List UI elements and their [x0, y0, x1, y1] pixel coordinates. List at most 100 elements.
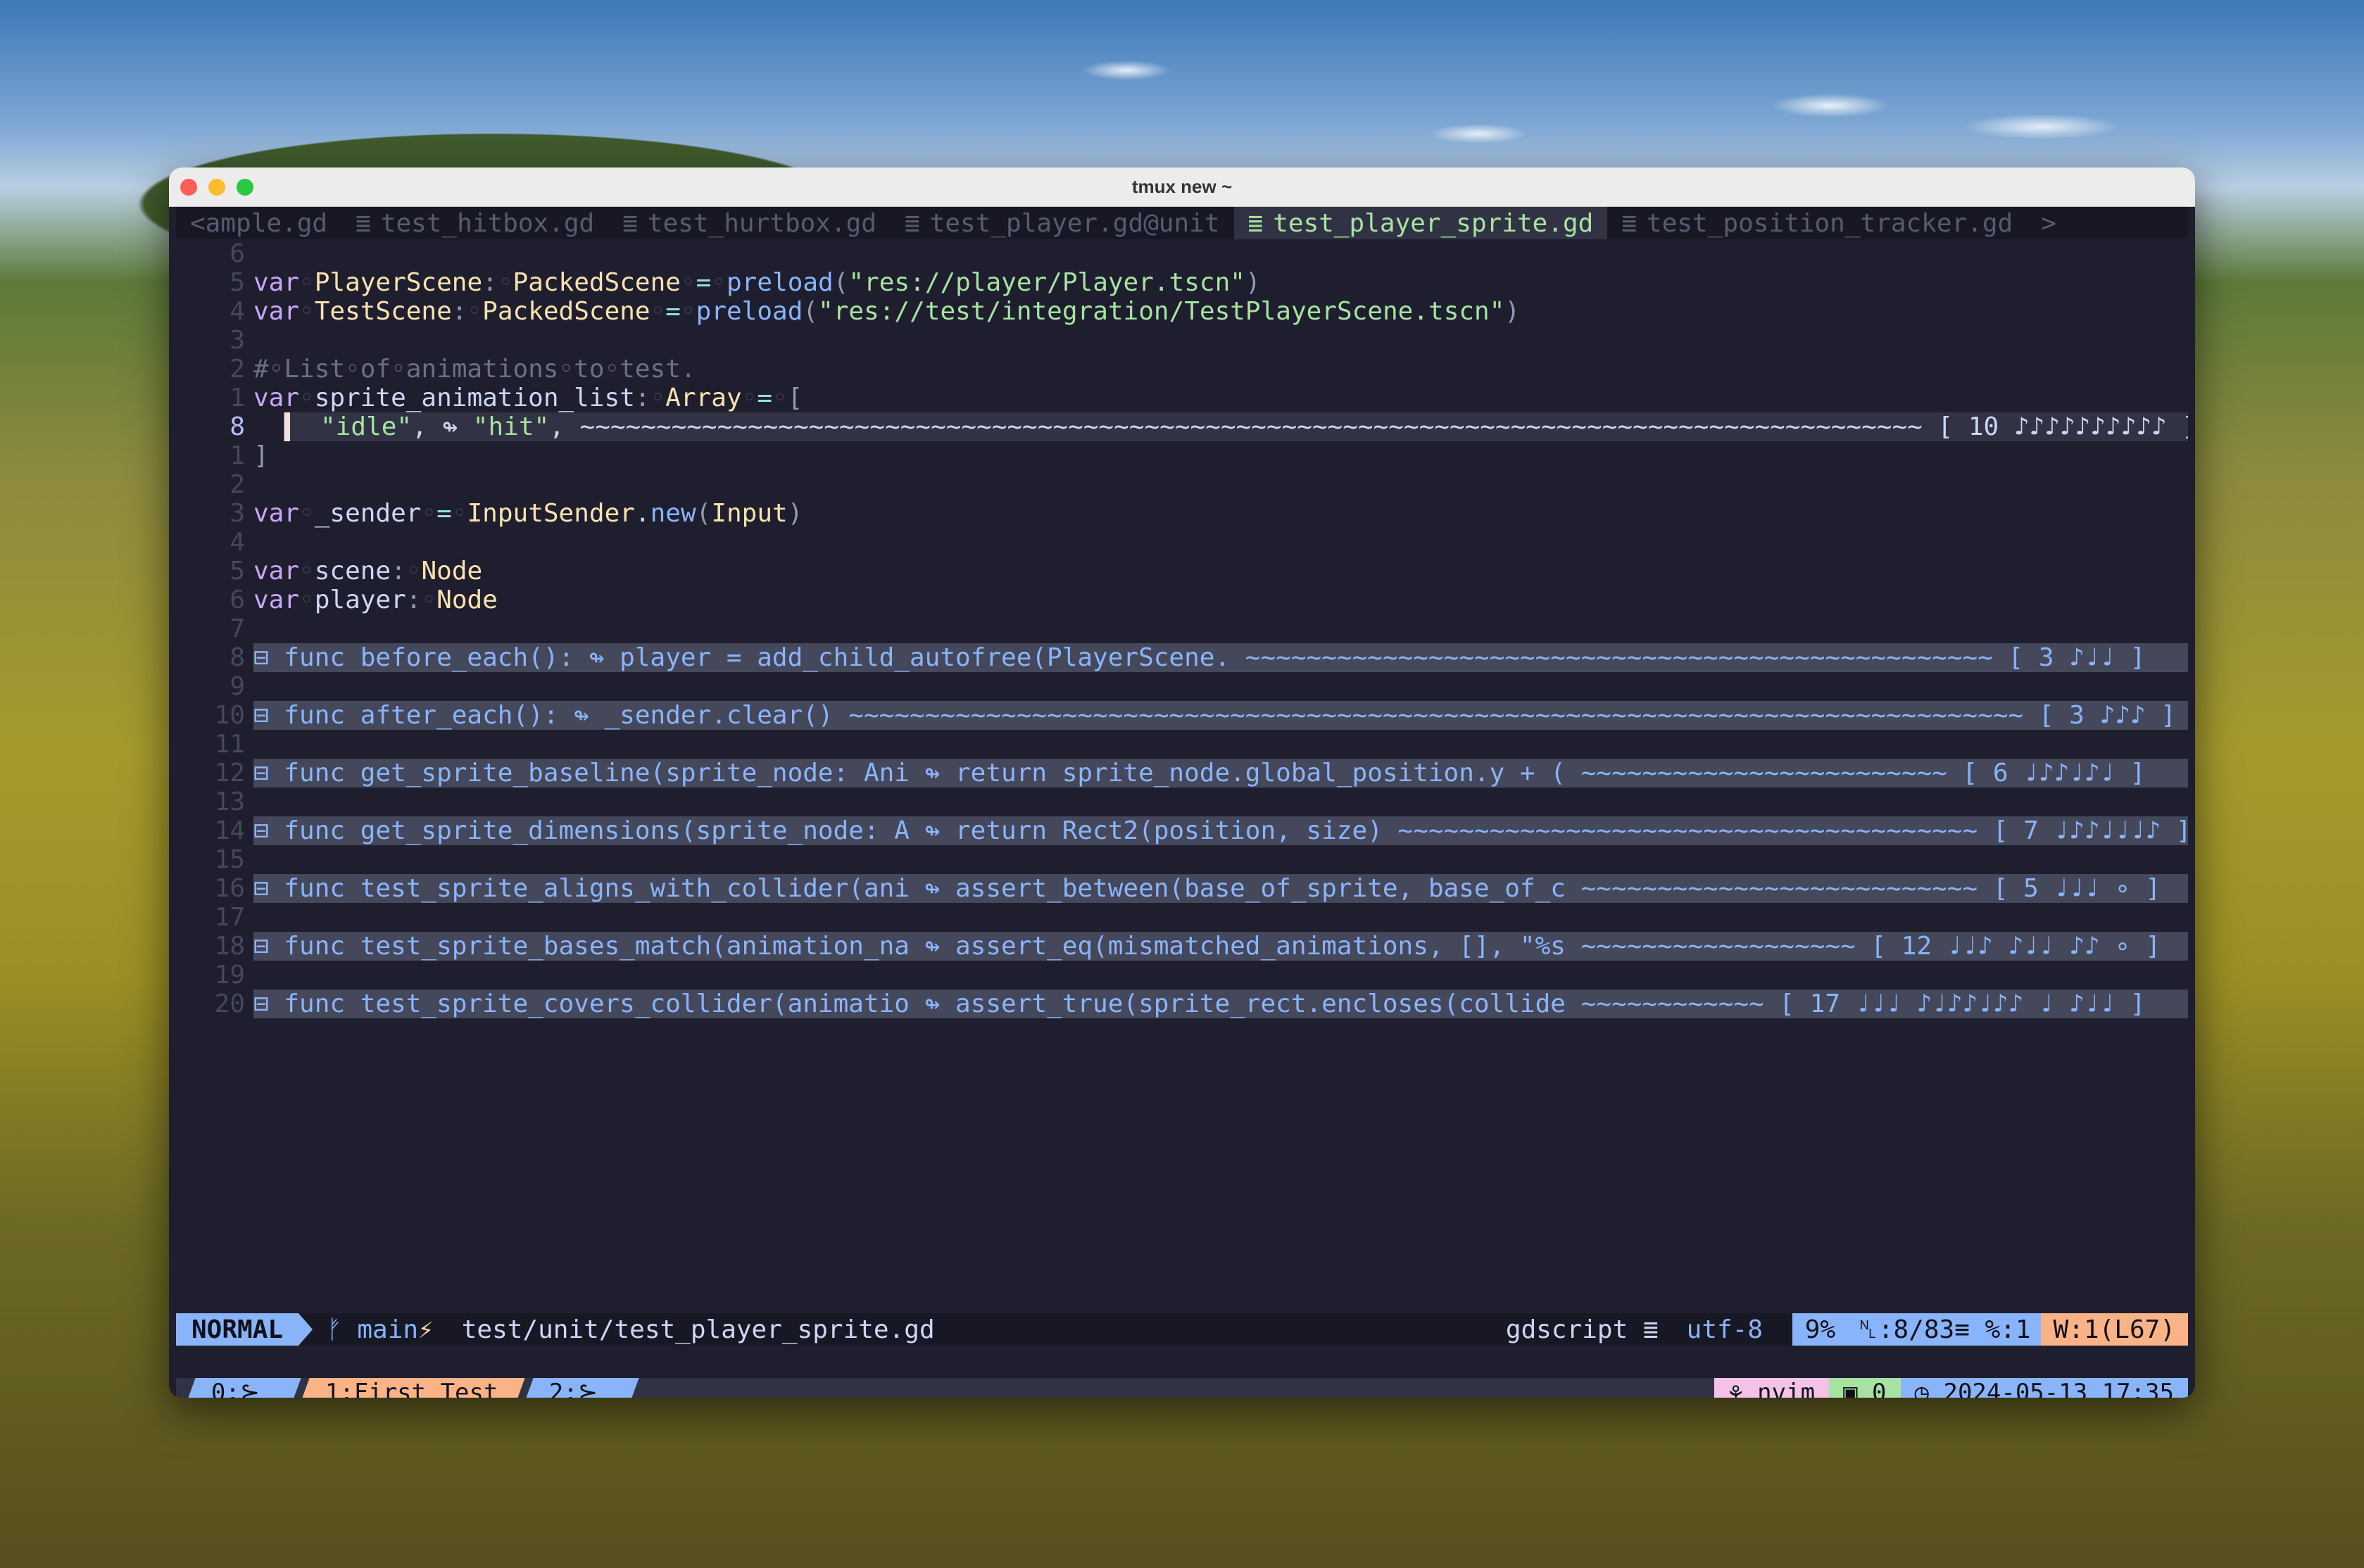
scroll-percent: 9% [1804, 1315, 1836, 1344]
folded-line[interactable]: 20 ⊟ func test_sprite_covers_collider(ani… [176, 990, 2188, 1018]
line-content: ⊟ func before_each(): ↬ player = add_chi… [253, 643, 2188, 672]
tmux-window-tab[interactable]: 2:⊱_ [522, 1378, 639, 1398]
line-content: ⊟ func get_sprite_dimensions(sprite_node… [253, 816, 2188, 845]
line-content [253, 788, 2188, 816]
folded-line[interactable]: 16 ⊟ func test_sprite_aligns_with_collide… [176, 874, 2188, 903]
code-line[interactable]: 8 ▋ "idle", ↬ "hit", ~~~~~~~~~~~~~~~~~~~~… [176, 412, 2188, 441]
status-line: NORMAL ᚠ main ⚡ test/unit/test_player_sp… [176, 1313, 2188, 1346]
folded-line[interactable]: 8 ⊟ func before_each(): ↬ player = add_ch… [176, 643, 2188, 672]
buffer-tab-label: > [2041, 208, 2056, 238]
editor-buffer[interactable]: 6 5 var◦PlayerScene:◦PackedScene◦=◦preload… [176, 239, 2188, 1305]
line-number: 8 [230, 412, 245, 441]
buffer-tab[interactable]: ≣ test_hitbox.gd [341, 207, 608, 239]
line-number: 20 [214, 990, 245, 1018]
filetype: gdscript ≣ [1505, 1315, 1659, 1344]
code-line[interactable]: 5 var◦PlayerScene:◦PackedScene◦=◦preload(… [176, 268, 2188, 297]
tmux-window-tab[interactable]: 0:⊱_ [184, 1378, 301, 1398]
line-number: 7 [230, 614, 245, 643]
code-line[interactable]: 11 [176, 730, 2188, 759]
line-content: var◦TestScene:◦PackedScene◦=◦preload("re… [253, 297, 1521, 326]
code-line[interactable]: 2 [176, 470, 2188, 499]
line-number: 15 [214, 845, 245, 874]
git-branch-icon: ᚠ [327, 1315, 342, 1344]
code-line[interactable]: 3 var◦_sender◦=◦InputSender.new(Input) [176, 499, 2188, 528]
code-line[interactable]: 4 var◦TestScene:◦PackedScene◦=◦preload("r… [176, 297, 2188, 326]
code-line[interactable]: 17 [176, 903, 2188, 932]
line-content [253, 730, 2188, 759]
code-line[interactable]: 2 #◦List◦of◦animations◦to◦test. [176, 355, 2188, 384]
tmux-window-list[interactable]: 0:⊱_ 1:First_Test 2:⊱_ [184, 1378, 641, 1398]
line-content: var◦scene:◦Node [253, 557, 483, 586]
line-number: 2 [230, 470, 245, 499]
session-icon: ▣ [1843, 1378, 1858, 1398]
buffer-tab[interactable]: ≣ test_position_tracker.gd [1607, 207, 2027, 239]
code-line[interactable]: 6 [176, 239, 2188, 268]
line-number: 11 [214, 730, 245, 759]
line-number: 6 [230, 586, 245, 614]
code-line[interactable]: 3 [176, 326, 2188, 355]
line-content: ⊟ func test_sprite_bases_match(animation… [253, 932, 2188, 961]
line-content: ▋ "idle", ↬ "hit", ~~~~~~~~~~~~~~~~~~~~~… [275, 412, 2188, 441]
line-content: var◦player:◦Node [253, 586, 498, 614]
process-icon: ⚘ [1728, 1378, 1743, 1398]
buffer-tab[interactable]: > [2027, 207, 2070, 239]
tmux-status-bar[interactable]: 0:⊱_ 1:First_Test 2:⊱_ ⚘ nvim ▣ 0 ◷ 2024-0… [176, 1378, 2188, 1398]
buffer-tab[interactable]: ≣ test_hurtbox.gd [608, 207, 891, 239]
code-line[interactable]: 19 [176, 961, 2188, 990]
cursor-position: ␤:8/83≡ %:1 [1858, 1315, 2031, 1344]
code-line[interactable]: 1 var◦sprite_animation_list:◦Array◦=◦[ [176, 384, 2188, 412]
file-path: test/unit/test_player_sprite.gd [461, 1315, 935, 1344]
file-icon: ≣ [905, 208, 920, 238]
line-content: ] [253, 441, 269, 470]
buffer-tabline[interactable]: <ample.gd ≣ test_hitbox.gd ≣ test_hurtbox.gd… [176, 207, 2188, 239]
line-content [253, 470, 2188, 499]
line-number: 18 [214, 932, 245, 961]
title-bar[interactable]: tmux new ~ [169, 167, 2195, 207]
code-line[interactable]: 4 [176, 528, 2188, 557]
git-branch: main [357, 1315, 419, 1344]
code-line[interactable]: 15 [176, 845, 2188, 874]
buffer-tab[interactable]: <ample.gd [176, 207, 341, 239]
folded-line[interactable]: 14 ⊟ func get_sprite_dimensions(sprite_no… [176, 816, 2188, 845]
line-content [253, 326, 2188, 355]
code-line[interactable]: 9 [176, 672, 2188, 701]
window-title: tmux new ~ [1131, 176, 1233, 197]
tmux-window-tab[interactable]: 1:First_Test [298, 1378, 525, 1398]
line-content: ⊟ func get_sprite_baseline(sprite_node: … [253, 759, 2188, 788]
buffer-tab[interactable]: ≣ test_player.gd@unit [891, 207, 1234, 239]
line-content: var◦PlayerScene:◦PackedScene◦=◦preload("… [253, 268, 1261, 297]
file-icon: ≣ [1247, 208, 1264, 238]
line-number: 6 [230, 239, 245, 268]
buffer-tab-label: test_hurtbox.gd [647, 208, 876, 238]
code-line[interactable]: 1] [176, 441, 2188, 470]
line-number: 13 [214, 788, 245, 816]
code-line[interactable]: 5 var◦scene:◦Node [176, 557, 2188, 586]
line-content: var◦sprite_animation_list:◦Array◦=◦[ [253, 384, 803, 412]
line-content [253, 961, 2188, 990]
buffer-tab[interactable]: ≣ test_player_sprite.gd [1233, 207, 1608, 239]
clock-icon: ◷ [1914, 1378, 1929, 1398]
line-number: 14 [214, 816, 245, 845]
code-line[interactable]: 7 [176, 614, 2188, 643]
code-line[interactable]: 6 var◦player:◦Node [176, 586, 2188, 614]
word-count: W:1(L67) [2053, 1315, 2175, 1344]
line-number: 4 [230, 528, 245, 557]
tmux-window-label: 2:⊱_ [548, 1378, 612, 1398]
line-number: 12 [214, 759, 245, 788]
file-icon: ≣ [356, 208, 371, 238]
terminal-window[interactable]: tmux new ~ <ample.gd ≣ test_hitbox.gd ≣ test… [169, 167, 2195, 1398]
folded-line[interactable]: 10 ⊟ func after_each(): ↬ _sender.clear()… [176, 701, 2188, 730]
line-content [253, 614, 2188, 643]
line-number: 5 [230, 557, 245, 586]
folded-line[interactable]: 12 ⊟ func get_sprite_baseline(sprite_node… [176, 759, 2188, 788]
line-content: ⊟ func after_each(): ↬ _sender.clear() ~… [253, 701, 2188, 730]
folded-line[interactable]: 18 ⊟ func test_sprite_bases_match(animati… [176, 932, 2188, 961]
line-number: 5 [230, 268, 245, 297]
code-line[interactable]: 13 [176, 788, 2188, 816]
tmux-datetime: 2024-05-13 17:35 [1943, 1378, 2174, 1398]
buffer-tab-label: <ample.gd [190, 208, 328, 238]
terminal-content[interactable]: <ample.gd ≣ test_hitbox.gd ≣ test_hurtbox.gd… [176, 207, 2188, 1398]
line-content [253, 239, 2188, 268]
buffer-tab-label: test_player_sprite.gd [1273, 208, 1594, 238]
line-content: var◦_sender◦=◦InputSender.new(Input) [253, 499, 803, 528]
